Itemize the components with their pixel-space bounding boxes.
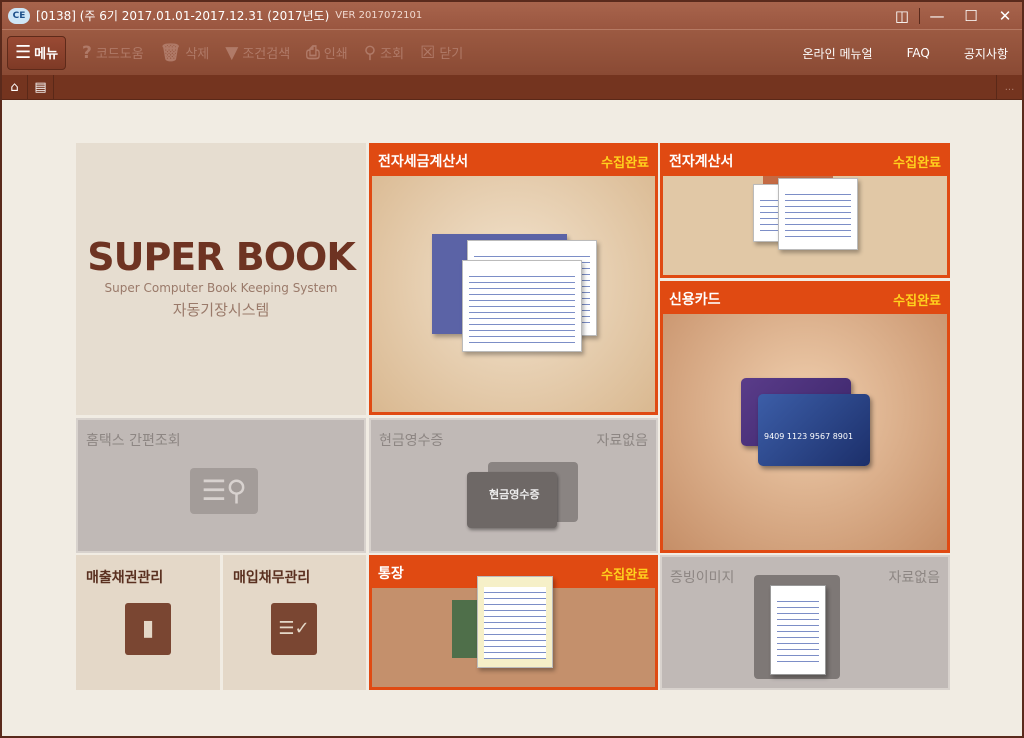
online-manual-link[interactable]: 온라인 메뉴얼 <box>803 45 873 62</box>
delete-label: 삭제 <box>185 47 210 62</box>
filter-label: 조건검색 <box>242 47 291 62</box>
close-tab-button[interactable]: ☒ 닫기 <box>420 43 463 63</box>
app-window: CE [0138] (주 6기 2017.01.01-2017.12.31 (2… <box>0 0 1024 738</box>
bank-statement-paper <box>477 576 553 668</box>
view-label: 조회 <box>380 47 405 62</box>
cash-status: 자료없음 <box>596 433 648 449</box>
delete-button[interactable]: 🗑 삭제 <box>160 43 210 63</box>
tab-bar: ⌂ ▤ ... <box>2 74 1022 100</box>
cash-title: 현금영수증 <box>379 433 444 449</box>
filter-search-button[interactable]: ▼ 조건검색 <box>225 43 290 63</box>
cash-receipt-tile[interactable]: 현금영수증 자료없음 현금영수증 <box>369 418 658 553</box>
faq-link[interactable]: FAQ <box>907 46 930 60</box>
receipt-paper <box>770 585 826 675</box>
code-help-button[interactable]: ? 코드도움 <box>82 43 144 63</box>
etax-title: 전자세금계산서 <box>378 154 469 170</box>
minimize-icon[interactable]: — <box>920 7 954 25</box>
home-icon[interactable]: ⌂ <box>2 74 28 100</box>
view-button[interactable]: ⚲ 조회 <box>364 43 404 63</box>
close-box-icon: ☒ <box>420 42 436 63</box>
evidence-image-tile[interactable]: 증빙이미지 자료없음 <box>660 555 950 690</box>
einvoice-status: 수집완료 <box>893 155 941 171</box>
invoice-paper <box>462 260 582 352</box>
hometax-title: 홈택스 간편조회 <box>86 433 181 449</box>
menu-label: 메뉴 <box>34 47 59 62</box>
title-bar: CE [0138] (주 6기 2017.01.01-2017.12.31 (2… <box>2 2 1022 29</box>
trash-icon: 🗑 <box>159 42 182 63</box>
evidence-status: 자료없음 <box>888 570 940 586</box>
invoice-paper <box>778 178 858 250</box>
filter-icon: ▼ <box>225 42 239 63</box>
close-label: 닫기 <box>439 47 464 62</box>
checklist-icon: ☰✓ <box>271 603 317 655</box>
purchase-title: 매입채무관리 <box>233 570 311 586</box>
notice-link[interactable]: 공지사항 <box>964 45 1008 62</box>
menu-button[interactable]: ☰ 메뉴 <box>7 35 66 70</box>
hometax-tile[interactable]: 홈택스 간편조회 ☰⚲ <box>76 418 366 553</box>
window-title: [0138] (주 6기 2017.01.01-2017.12.31 (2017… <box>36 9 330 23</box>
purchase-payables-tile[interactable]: 매입채무관리 ☰✓ <box>223 555 366 690</box>
card-status: 수집완료 <box>893 293 941 309</box>
more-tabs-button[interactable]: ... <box>996 75 1022 100</box>
e-invoice-tile[interactable]: 전자계산서 수집완료 <box>660 143 950 278</box>
evidence-title: 증빙이미지 <box>670 570 735 586</box>
brand-title: SUPER BOOK <box>87 235 356 279</box>
code-help-label: 코드도움 <box>95 47 144 62</box>
search-list-icon: ☰⚲ <box>190 468 258 514</box>
brand-subtitle: Super Computer Book Keeping System <box>104 281 338 295</box>
maximize-icon[interactable]: ☐ <box>954 7 988 25</box>
bank-title: 통장 <box>378 566 404 582</box>
bankbook-tile[interactable]: 통장 수집완료 <box>369 555 658 690</box>
einvoice-title: 전자계산서 <box>669 154 734 170</box>
version-label: VER 2017072101 <box>335 10 423 21</box>
print-button[interactable]: ⎙ 인쇄 <box>306 43 348 63</box>
close-icon[interactable]: ✕ <box>988 7 1022 25</box>
card-number: 9409 1123 9567 8901 <box>764 432 854 441</box>
sales-title: 매출채권관리 <box>86 570 164 586</box>
sales-receivables-tile[interactable]: 매출채권관리 ▮ <box>76 555 220 690</box>
bank-status: 수집완료 <box>601 567 649 583</box>
brand-korean: 자동기장시스템 <box>172 301 270 319</box>
receipt-card-label: 현금영수증 <box>489 488 540 501</box>
question-icon: ? <box>82 42 92 63</box>
card-title: 신용카드 <box>669 292 721 308</box>
printer-icon: ⎙ <box>306 42 320 63</box>
search-doc-icon: ⚲ <box>363 42 377 63</box>
book-icon: ▮ <box>125 603 171 655</box>
hamburger-icon: ☰ <box>14 42 32 63</box>
credit-card-tile[interactable]: 신용카드 수집완료 9409 1123 9567 8901 <box>660 281 950 553</box>
etax-invoice-tile[interactable]: 전자세금계산서 수집완료 <box>369 143 658 415</box>
credit-card-icon: 9409 1123 9567 8901 <box>758 394 870 466</box>
brand-tile: SUPER BOOK Super Computer Book Keeping S… <box>76 143 366 415</box>
print-label: 인쇄 <box>323 47 348 62</box>
apps-icon[interactable]: ▤ <box>28 74 54 100</box>
book-icon[interactable]: ◫ <box>885 7 919 25</box>
app-logo: CE <box>8 7 30 24</box>
receipt-card-icon: 현금영수증 <box>467 472 557 528</box>
toolbar: ☰ 메뉴 ? 코드도움 🗑 삭제 ▼ 조건검색 ⎙ 인쇄 ⚲ 조회 ☒ 닫기 온라인 메뉴얼 … <box>2 29 1022 75</box>
etax-status: 수집완료 <box>601 155 649 171</box>
